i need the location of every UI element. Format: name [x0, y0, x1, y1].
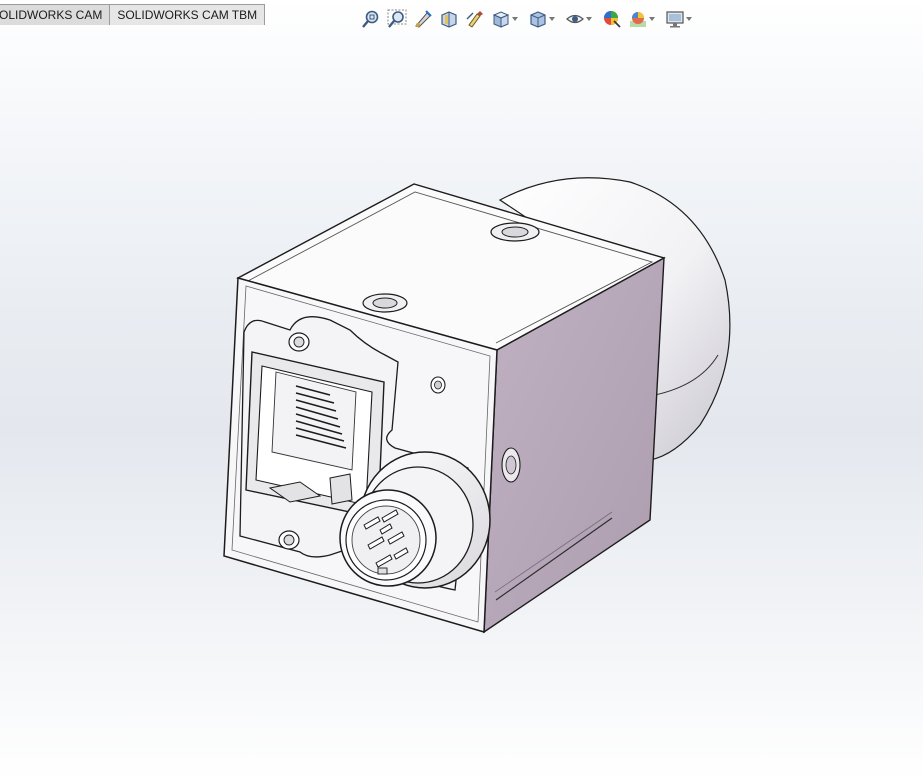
zoom-to-area-icon[interactable]: [386, 8, 408, 30]
tab-solidworks-cam[interactable]: OLIDWORKS CAM: [0, 4, 111, 25]
tab-solidworks-cam-tbm[interactable]: SOLIDWORKS CAM TBM: [110, 4, 266, 25]
graphics-area[interactable]: OLIDWORKS CAM SOLIDWORKS CAM TBM: [0, 0, 923, 781]
hide-show-dropdown-icon[interactable]: [586, 8, 595, 30]
apply-scene-dropdown-icon[interactable]: [649, 8, 658, 30]
industrial-camera-model[interactable]: [0, 0, 923, 781]
command-manager-tabs: OLIDWORKS CAM SOLIDWORKS CAM TBM: [0, 4, 266, 26]
edit-appearance-icon[interactable]: [601, 8, 623, 30]
apply-scene-icon[interactable]: [627, 8, 649, 30]
zoom-to-fit-icon[interactable]: [360, 8, 382, 30]
hide-show-items-icon[interactable]: [564, 8, 586, 30]
heads-up-view-toolbar: [360, 7, 701, 31]
section-view-icon[interactable]: [438, 8, 460, 30]
display-style-dropdown-icon[interactable]: [549, 8, 558, 30]
view-orientation-dropdown-icon[interactable]: [512, 8, 521, 30]
previous-view-icon[interactable]: [412, 8, 434, 30]
view-settings-dropdown-icon[interactable]: [686, 8, 695, 30]
view-settings-icon[interactable]: [664, 8, 686, 30]
view-orientation-icon[interactable]: [490, 8, 512, 30]
dynamic-annotation-views-icon[interactable]: [464, 8, 486, 30]
display-style-icon[interactable]: [527, 8, 549, 30]
